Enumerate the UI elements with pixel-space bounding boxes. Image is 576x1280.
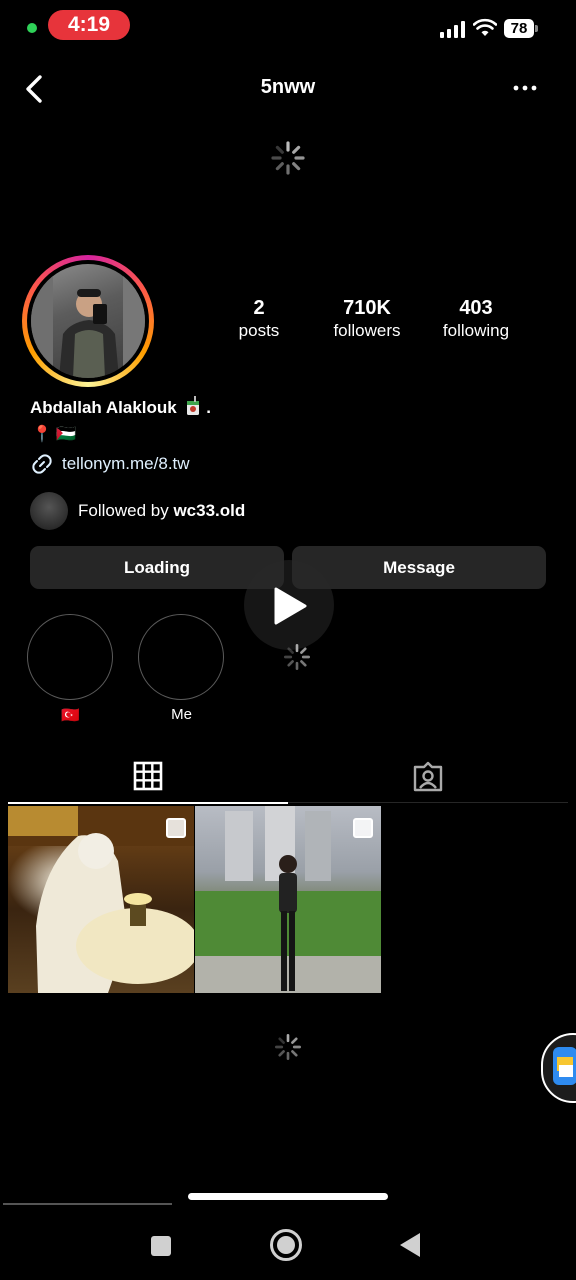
- stat-posts-label: posts: [238, 321, 280, 340]
- camera-indicator-dot: [27, 23, 37, 33]
- highlight-label-me: Me: [171, 706, 192, 723]
- battery-tip: [535, 25, 538, 32]
- profile-avatar[interactable]: [31, 264, 145, 378]
- followed-by-prefix: Followed by: [78, 501, 169, 520]
- bio-link-text: tellonym.me/8.tw: [62, 454, 190, 473]
- play-icon[interactable]: [272, 586, 308, 626]
- bio-text: 📍 🇵🇸: [32, 426, 77, 443]
- loading-spinner-icon: [284, 644, 310, 670]
- follow-loading-button[interactable]: Loading: [30, 546, 284, 589]
- highlight-label-turkey: 🇹🇷: [61, 707, 80, 724]
- followed-by-username: wc33.old: [173, 501, 246, 520]
- carousel-icon: [166, 818, 186, 838]
- post-thumbnail[interactable]: [8, 806, 194, 993]
- more-horizontal-icon[interactable]: [513, 84, 537, 92]
- progress-line: [3, 1203, 172, 1205]
- wifi-icon: [473, 18, 497, 36]
- full-name-text: Abdallah Alaklouk: [30, 398, 177, 417]
- highlight-circle-me[interactable]: [138, 614, 224, 700]
- link-icon: [32, 454, 52, 474]
- tagged-user-icon[interactable]: [412, 761, 444, 793]
- profile-full-name: Abdallah Alaklouk .: [30, 396, 211, 418]
- home-indicator[interactable]: [188, 1193, 388, 1200]
- stat-followers-value: 710K: [343, 297, 391, 319]
- follower-avatar: [30, 492, 68, 530]
- post-thumbnail[interactable]: [195, 806, 381, 993]
- carousel-icon: [353, 818, 373, 838]
- stat-posts[interactable]: 2 posts: [204, 296, 314, 342]
- message-button[interactable]: Message: [292, 546, 546, 589]
- highlight-circle-turkey[interactable]: [27, 614, 113, 700]
- followed-by-row[interactable]: Followed by wc33.old: [30, 492, 245, 530]
- back-triangle-icon[interactable]: [400, 1233, 420, 1257]
- signal-icon: [440, 20, 465, 38]
- stat-followers-label: followers: [333, 321, 401, 340]
- stat-following-value: 403: [459, 297, 493, 319]
- stat-following[interactable]: 403 following: [421, 296, 531, 342]
- juice-box-icon: [187, 396, 200, 415]
- battery-icon: 78: [504, 19, 534, 38]
- stat-followers[interactable]: 710K followers: [312, 296, 422, 342]
- full-name-suffix: .: [206, 398, 211, 417]
- app-shortcut-icon: [553, 1047, 576, 1085]
- floating-app-shortcut[interactable]: [541, 1033, 576, 1103]
- home-circle-inner: [277, 1236, 295, 1254]
- bio-link[interactable]: tellonym.me/8.tw: [30, 452, 190, 476]
- loading-spinner-icon: [275, 1034, 301, 1060]
- stat-posts-value: 2: [253, 297, 265, 319]
- tab-divider: [288, 802, 568, 803]
- status-time: 4:19: [48, 10, 130, 40]
- active-tab-indicator: [8, 802, 288, 804]
- recents-square-icon[interactable]: [151, 1236, 171, 1256]
- stat-following-label: following: [442, 321, 510, 340]
- loading-spinner-icon: [271, 141, 305, 175]
- profile-username: 5nww: [260, 76, 316, 98]
- grid-icon[interactable]: [133, 761, 163, 791]
- person-silhouette-icon: [31, 264, 145, 378]
